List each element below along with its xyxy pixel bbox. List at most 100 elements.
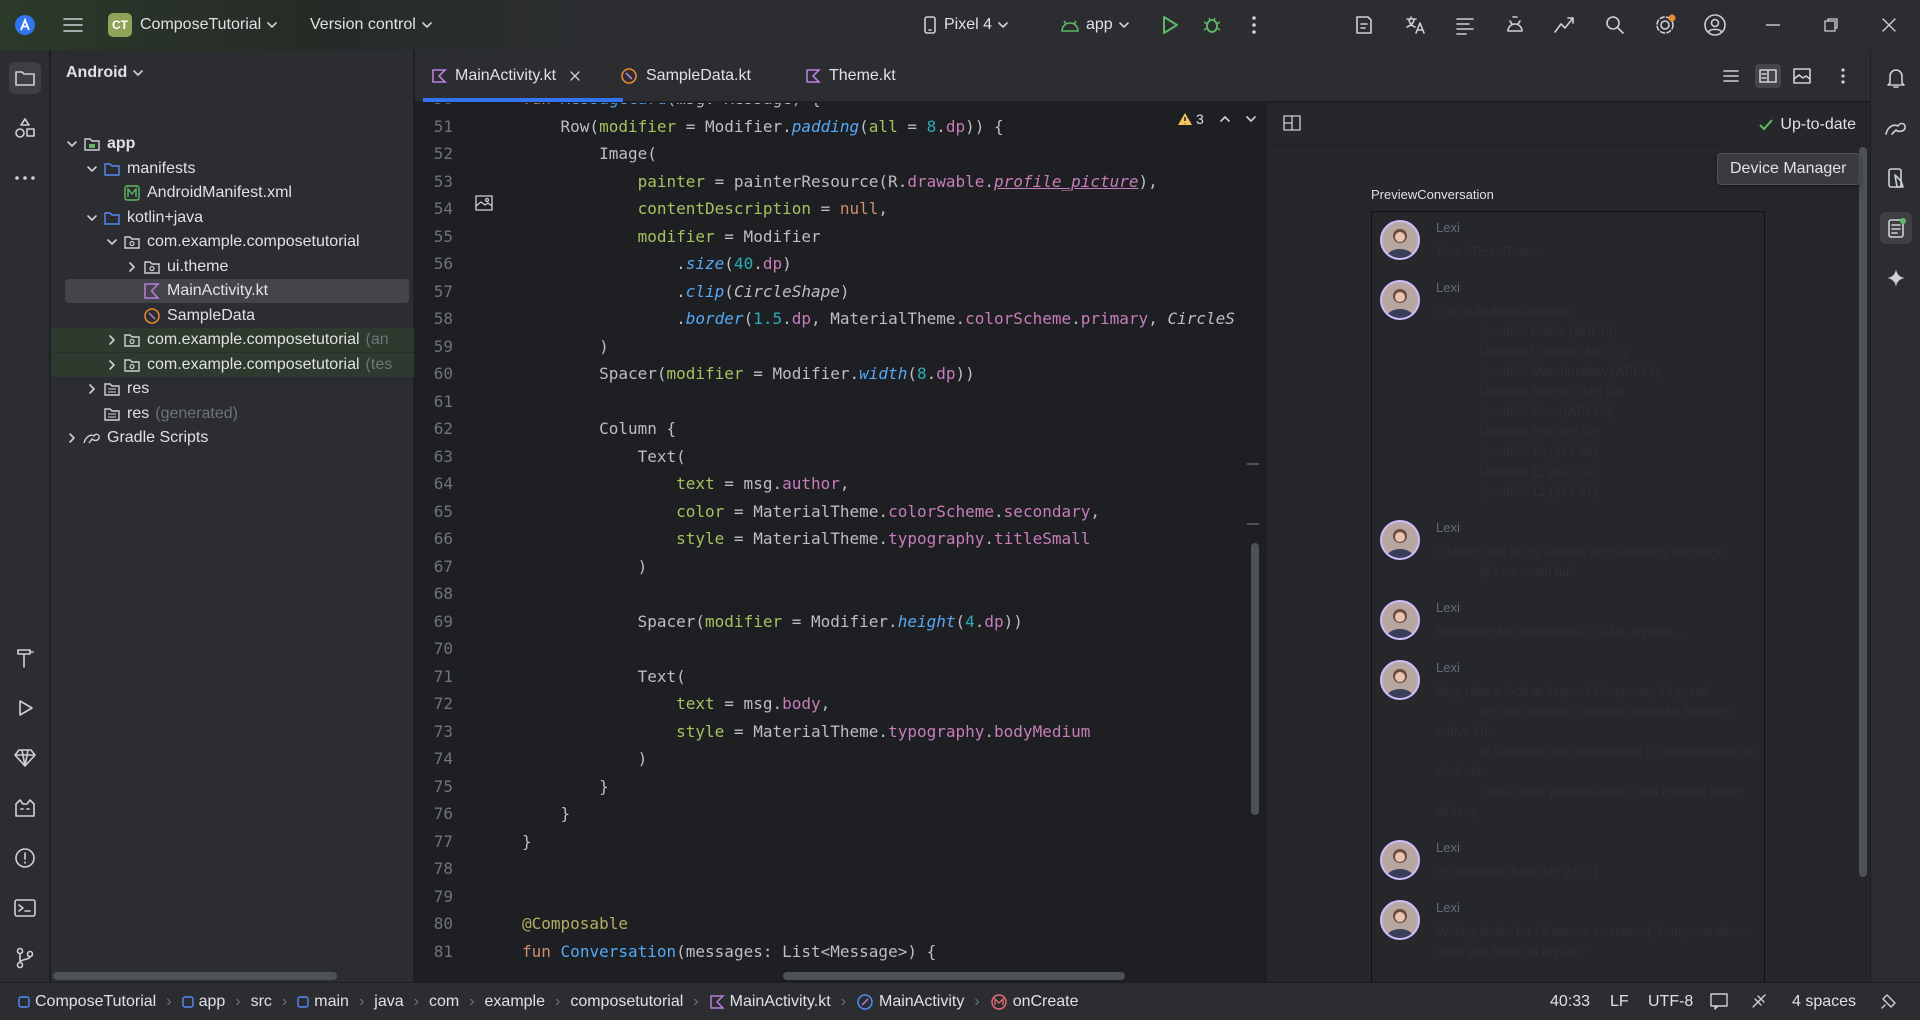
search-icon[interactable] — [1600, 9, 1630, 41]
logcat-icon[interactable] — [9, 792, 41, 824]
chevron-right-icon[interactable] — [125, 260, 139, 274]
caret-position[interactable]: 40:33 — [1550, 993, 1590, 1011]
breadcrumb-item[interactable]: composetutorial — [570, 993, 683, 1011]
next-highlight-icon[interactable] — [1245, 116, 1256, 122]
breadcrumb-label: app — [198, 992, 226, 1010]
breadcrumb-item[interactable]: src — [251, 993, 272, 1011]
spacer — [125, 284, 139, 298]
restore-button[interactable] — [1816, 9, 1846, 41]
code-editor[interactable]: 50fun MessageCard(msg: Message) {51 Row(… — [415, 103, 1265, 982]
file-encoding[interactable]: UTF-8 — [1648, 993, 1693, 1011]
run-button[interactable] — [1156, 9, 1184, 41]
android-studio-logo-icon[interactable] — [12, 9, 38, 41]
breadcrumb-item[interactable]: java — [374, 993, 403, 1011]
preview-surface[interactable]: Lexi Test...Test...Test... Lexi List of And… — [1371, 211, 1765, 982]
project-tool-window-icon[interactable] — [9, 62, 41, 94]
notifications-icon[interactable] — [1880, 62, 1912, 94]
indent-setting[interactable]: 4 spaces — [1792, 993, 1856, 1011]
resource-manager-icon[interactable] — [9, 112, 41, 144]
gemini-icon[interactable] — [1880, 262, 1912, 294]
design-view-button[interactable] — [1793, 50, 1811, 102]
preview-vertical-scrollbar[interactable] — [1859, 147, 1867, 877]
more-actions-icon[interactable] — [1242, 9, 1266, 41]
tree-item[interactable]: MainActivity.kt — [65, 279, 409, 303]
project-panel: Android app manifests AndroidManifest.xml k… — [51, 50, 414, 982]
run-configuration-selector[interactable]: app — [1060, 9, 1140, 41]
tree-item[interactable]: res (generated) — [51, 402, 414, 426]
close-tab-icon[interactable] — [570, 71, 580, 81]
tree-item[interactable]: com.example.composetutorial (tes — [51, 352, 414, 377]
minimize-button[interactable] — [1758, 9, 1788, 41]
layout-inspector-icon[interactable] — [1450, 9, 1480, 41]
build-icon[interactable] — [9, 642, 41, 674]
breadcrumb-item[interactable]: MainActivity — [856, 993, 964, 1011]
problems-icon[interactable] — [9, 842, 41, 874]
main-menu-icon[interactable] — [60, 9, 86, 41]
terminal-icon[interactable] — [9, 892, 41, 924]
breadcrumb-item[interactable]: com — [429, 993, 459, 1011]
readonly-toggle-icon[interactable] — [1710, 992, 1728, 1010]
project-switcher[interactable]: CT ComposeTutorial — [108, 9, 288, 41]
horizontal-scrollbar[interactable] — [53, 972, 337, 980]
device-selector[interactable]: Pixel 4 — [922, 9, 1022, 41]
chevron-down-icon[interactable] — [65, 137, 79, 151]
device-manager-icon[interactable] — [1880, 162, 1912, 194]
git-branch-icon[interactable] — [9, 942, 41, 974]
run-tool-window-icon[interactable] — [9, 692, 41, 724]
gem-icon[interactable] — [9, 742, 41, 774]
profiler-icon[interactable] — [1550, 9, 1580, 41]
breadcrumb-item[interactable]: app — [181, 992, 226, 1011]
running-devices-icon[interactable] — [1880, 212, 1912, 244]
tab-theme[interactable]: Theme.kt — [805, 50, 896, 102]
account-icon[interactable] — [1700, 9, 1730, 41]
chevron-right-icon[interactable] — [85, 382, 99, 396]
breadcrumb-item[interactable]: main — [297, 993, 349, 1011]
more-tool-windows-icon[interactable] — [9, 162, 41, 194]
tree-item[interactable]: ui.theme — [51, 255, 414, 279]
android-sdk-icon[interactable] — [1500, 9, 1530, 41]
chevron-right-icon[interactable] — [105, 358, 119, 372]
vertical-scrollbar[interactable] — [1251, 543, 1259, 815]
code-view-button[interactable] — [1723, 50, 1739, 102]
debug-button[interactable] — [1198, 9, 1226, 41]
editor-more-icon[interactable] — [1841, 50, 1845, 102]
tree-item[interactable]: com.example.composetutorial (an — [51, 328, 414, 352]
previous-highlight-icon[interactable] — [1219, 116, 1230, 122]
chevron-right-icon[interactable] — [105, 333, 119, 347]
tree-item[interactable]: AndroidManifest.xml — [51, 181, 414, 205]
project-view-selector[interactable]: Android — [66, 64, 144, 82]
lock-icon[interactable] — [1880, 992, 1898, 1010]
horizontal-scrollbar[interactable] — [783, 972, 1125, 980]
tree-item[interactable]: manifests — [51, 157, 414, 181]
preview-title: PreviewConversation — [1371, 187, 1494, 202]
breadcrumb-item[interactable]: ComposeTutorial — [18, 993, 156, 1011]
settings-icon[interactable] — [1650, 9, 1680, 41]
breadcrumb-item[interactable]: MainActivity.kt — [709, 993, 831, 1011]
power-save-icon[interactable] — [1750, 992, 1768, 1010]
tree-item[interactable]: SampleData — [51, 304, 414, 328]
tree-item[interactable]: res — [51, 377, 414, 401]
chevron-right-icon[interactable] — [65, 431, 79, 445]
avatar — [1380, 900, 1420, 940]
tree-item[interactable]: app — [51, 132, 414, 156]
chevron-down-icon[interactable] — [105, 235, 119, 249]
translate-icon[interactable] — [1400, 9, 1430, 41]
version-control-menu[interactable]: Version control — [310, 9, 450, 41]
image-gutter-icon[interactable] — [475, 195, 493, 211]
breadcrumb-item[interactable]: example — [485, 993, 545, 1011]
gradle-icon[interactable] — [1880, 112, 1912, 144]
tree-item[interactable]: Gradle Scripts — [51, 426, 414, 450]
tree-item[interactable]: com.example.composetutorial — [51, 230, 414, 254]
sync-project-icon[interactable] — [1350, 9, 1380, 41]
chevron-down-icon[interactable] — [85, 162, 99, 176]
tab-mainactivity[interactable]: MainActivity.kt — [423, 50, 623, 102]
tree-item[interactable]: kotlin+java — [51, 206, 414, 230]
close-window-button[interactable] — [1874, 9, 1904, 41]
tab-sampledata[interactable]: SampleData.kt — [620, 50, 751, 102]
breadcrumb-item[interactable]: onCreate — [990, 993, 1079, 1011]
line-ending[interactable]: LF — [1610, 993, 1629, 1011]
split-view-button[interactable] — [1755, 50, 1781, 102]
chevron-down-icon[interactable] — [85, 211, 99, 225]
inspection-widget[interactable]: 3 — [1177, 111, 1256, 127]
preview-layout-icon[interactable] — [1283, 115, 1303, 133]
